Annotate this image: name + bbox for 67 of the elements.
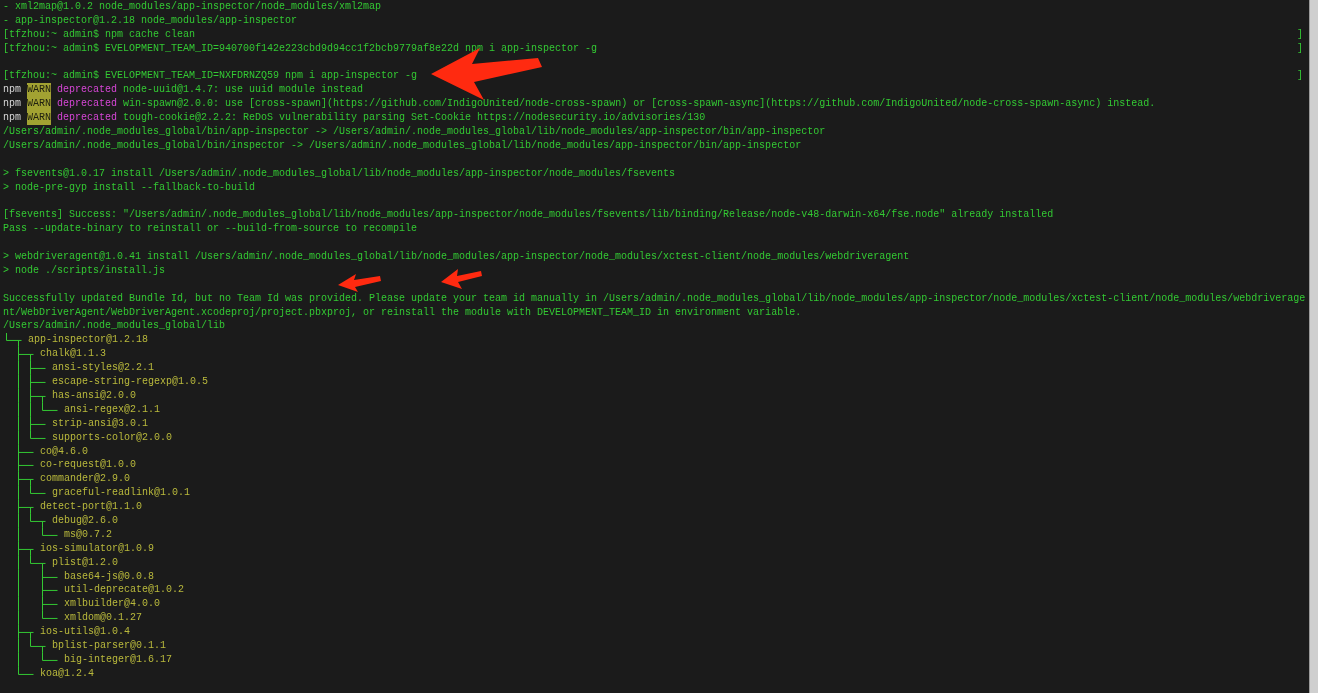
package-name: commander@2.9.0 — [40, 472, 130, 487]
package-name: base64-js@0.0.8 — [64, 569, 154, 584]
npm-label: npm — [3, 111, 21, 126]
deprecated-label: deprecated — [57, 97, 118, 112]
package-name: app-inspector@1.2.18 — [28, 333, 149, 348]
warn-label: WARN — [27, 83, 52, 98]
package-name: xmldom@0.1.27 — [64, 611, 142, 626]
arrow-annotation — [338, 274, 381, 292]
output-line: /Users/admin/.node_modules_global/bin/inspector -> /Users/admin/.node_modules_global/lib/node_modules/app-inspector/bin/app-inspector — [3, 138, 802, 153]
package-name: supports-color@2.0.0 — [52, 430, 173, 445]
package-name: ios-simulator@1.0.9 — [40, 541, 155, 556]
tree-connector — [18, 375, 46, 389]
package-name: graceful-readlink@1.0.1 — [52, 486, 191, 501]
npm-label: npm — [3, 97, 21, 112]
command-line: [tfzhou:~ admin$ EVELOPMENT_TEAM_ID=NXFDRNZQ59 npm i app-inspector -g — [3, 69, 418, 84]
tree-connector — [18, 388, 46, 403]
warning-message: node-uuid@1.4.7: use uuid module instead — [123, 83, 364, 98]
output-line: - app-inspector@1.2.18 node_modules/app-inspector — [3, 13, 298, 28]
output-line: > webdriveragent@1.0.41 install /Users/admin/.node_modules_global/lib/node_modules/app-inspector/node_modules/xctest-client/node_modules/webdriveragent — [3, 250, 910, 264]
package-name: chalk@1.1.3 — [40, 347, 106, 362]
tree-connector — [18, 402, 58, 417]
output-line: - xml2map@1.0.2 node_modules/app-inspector/node_modules/xml2map — [3, 0, 382, 14]
warning-message: win-spawn@2.0.0: use [cross-spawn](https://github.com/IndigoUnited/node-cross-spawn) or [cross-spawn-async](https://github.com/IndigoUnited/node-cross-spawn-async) instead. — [123, 97, 1156, 112]
deprecated-label: deprecated — [57, 83, 118, 98]
package-name: detect-port@1.1.0 — [40, 500, 143, 514]
package-name: xmlbuilder@4.0.0 — [64, 597, 160, 612]
command-line: [tfzhou:~ admin$ EVELOPMENT_TEAM_ID=940700f142e223cbd9d94cc1f2bcb9779af8e22d npm i app-inspector -g — [3, 41, 598, 56]
output-line: > node-pre-gyp install --fallback-to-build — [3, 180, 256, 195]
package-name: koa@1.2.4 — [40, 666, 94, 681]
warning-message: tough-cookie@2.2.2: ReDoS vulnerability parsing Set-Cookie https://nodesecurity.io/advisories/130 — [123, 111, 706, 126]
edge-mark: ] — [1297, 69, 1303, 84]
edge-mark: ] — [1297, 41, 1303, 56]
package-name: ansi-regex@2.1.1 — [64, 402, 160, 417]
package-name: plist@1.2.0 — [52, 555, 118, 570]
package-name: co@4.6.0 — [40, 444, 88, 459]
tree-connector — [18, 458, 34, 473]
tree-connector — [18, 583, 58, 598]
package-name: co-request@1.0.0 — [40, 458, 136, 473]
output-line: Pass --update-binary to reinstall or --build-from-source to recompile — [3, 222, 418, 237]
edge-mark: ] — [1297, 27, 1303, 42]
warn-label: WARN — [27, 97, 52, 112]
tree-connector — [18, 569, 58, 584]
tree-connector — [6, 333, 22, 348]
output-line: nt/WebDriverAgent/WebDriverAgent.xcodeproj/project.pbxproj, or reinstall the module with DEVELOPMENT_TEAM_ID in environment variable. — [3, 305, 802, 320]
package-name: ansi-styles@2.2.1 — [52, 361, 155, 376]
package-name: ms@0.7.2 — [64, 527, 112, 542]
output-line: Successfully updated Bundle Id, but no Team Id was provided. Please update your team id manually in /Users/admin/.node_modules_global/lib/node_modules/app-inspector/node_modules/xctest-client/node_modules/webdriverage — [3, 291, 1306, 306]
command-line: [tfzhou:~ admin$ npm cache clean — [3, 27, 196, 42]
output-line: [fsevents] Success: "/Users/admin/.node_modules_global/lib/node_modules/app-inspector/node_modules/fsevents/lib/binding/Release/node-v48-darwin-x64/fse.node" already installed — [3, 208, 1054, 223]
tree-connector — [18, 416, 46, 431]
tree-connector — [18, 597, 58, 612]
package-name: strip-ansi@3.0.1 — [52, 416, 148, 431]
npm-label: npm — [3, 83, 21, 98]
package-name: big-integer@1.6.17 — [64, 652, 173, 667]
arrow-annotation — [441, 269, 482, 289]
package-name: bplist-parser@0.1.1 — [52, 638, 167, 653]
output-line: /Users/admin/.node_modules_global/bin/app-inspector -> /Users/admin/.node_modules_global/lib/node_modules/app-inspector/bin/app-inspector — [3, 125, 826, 139]
package-name: escape-string-regexp@1.0.5 — [52, 375, 209, 389]
package-name: util-deprecate@1.0.2 — [64, 583, 185, 598]
package-name: ios-utils@1.0.4 — [40, 625, 130, 639]
output-line: > fsevents@1.0.17 install /Users/admin/.node_modules_global/lib/node_modules/app-inspector/node_modules/fsevents — [3, 166, 676, 181]
output-line: /Users/admin/.node_modules_global/lib — [3, 319, 226, 334]
package-name: has-ansi@2.0.0 — [52, 388, 136, 403]
package-name: debug@2.6.0 — [52, 513, 118, 528]
warn-label: WARN — [27, 111, 52, 126]
deprecated-label: deprecated — [57, 111, 118, 126]
output-line: > node ./scripts/install.js — [3, 263, 166, 278]
